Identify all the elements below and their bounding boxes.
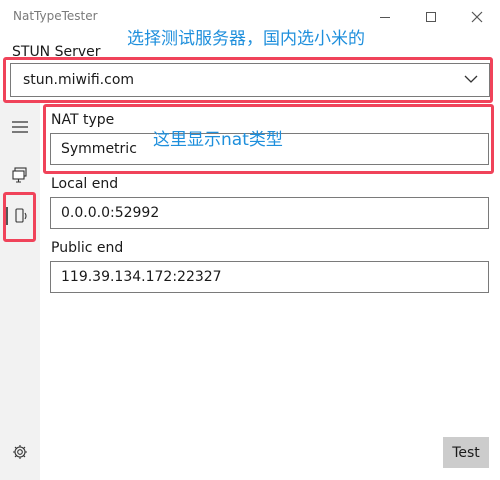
maximize-icon — [426, 12, 436, 22]
public-end-label: Public end — [51, 240, 124, 256]
local-end-label: Local end — [51, 176, 119, 192]
local-end-value: 0.0.0.0:52992 — [61, 205, 160, 221]
settings-button[interactable] — [0, 434, 40, 470]
annotation-nat-hint: 这里显示nat类型 — [153, 130, 283, 150]
minimize-icon — [380, 16, 390, 18]
close-icon — [471, 11, 483, 23]
monitor-icon — [12, 167, 27, 183]
close-button[interactable] — [454, 0, 500, 34]
public-end-field[interactable]: 119.39.134.172:22327 — [50, 261, 489, 293]
minimize-button[interactable] — [362, 0, 408, 34]
maximize-button[interactable] — [408, 0, 454, 34]
nav-sidebar — [0, 100, 40, 480]
nav-item-rfc3489[interactable] — [0, 157, 40, 193]
annotation-box-server — [3, 57, 493, 103]
gear-icon — [13, 445, 27, 459]
annotation-box-nav — [3, 192, 36, 242]
test-button[interactable]: Test — [443, 437, 489, 468]
annotation-server-hint: 选择测试服务器，国内选小米的 — [127, 29, 365, 49]
public-end-value: 119.39.134.172:22327 — [61, 269, 222, 285]
app-title: NatTypeTester — [13, 9, 98, 23]
hamburger-icon — [12, 121, 28, 133]
local-end-field[interactable]: 0.0.0.0:52992 — [50, 197, 489, 229]
menu-toggle-button[interactable] — [0, 109, 40, 145]
